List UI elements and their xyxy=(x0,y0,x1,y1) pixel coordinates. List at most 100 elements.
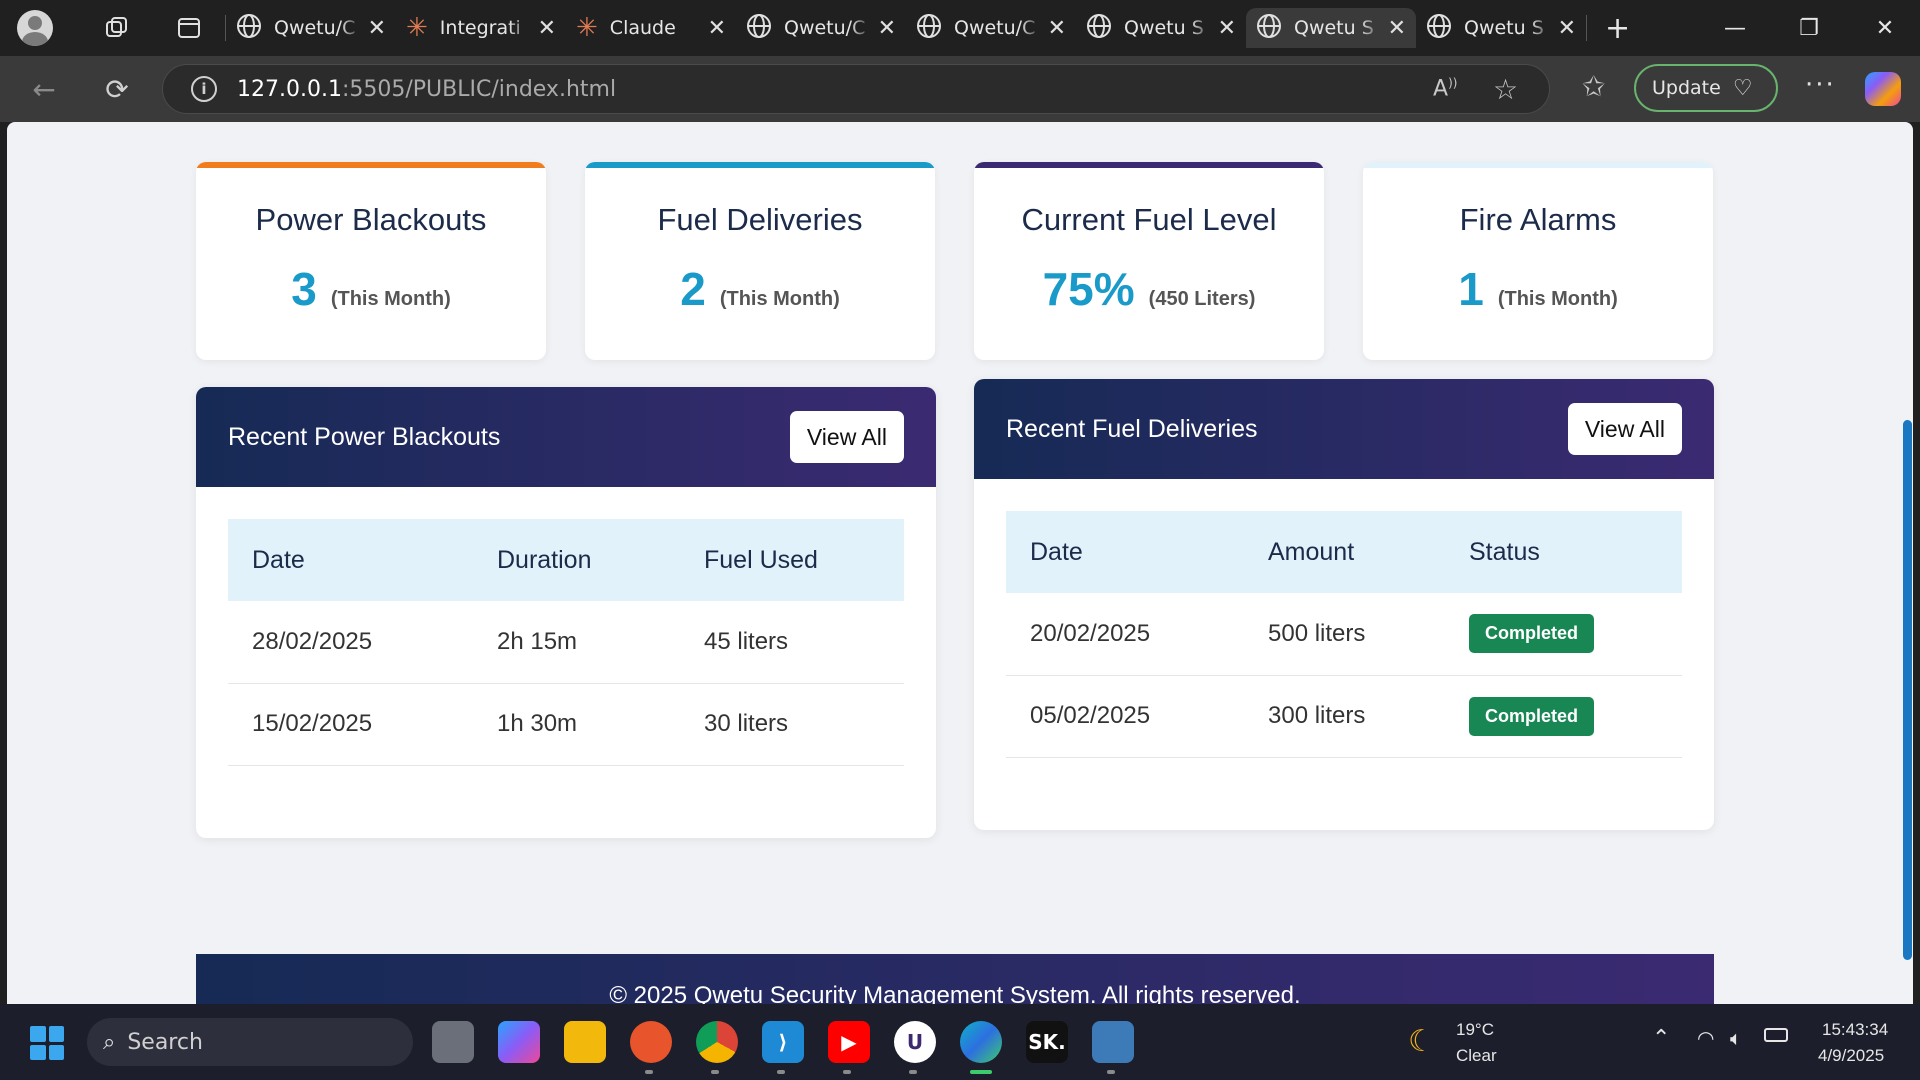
table-cell: 1h 30m xyxy=(473,683,680,766)
browser-tab[interactable]: Qwetu/C ✕ xyxy=(226,8,396,48)
weather-moon-icon[interactable]: ☾ xyxy=(1408,1024,1435,1059)
site-info-icon[interactable]: i xyxy=(191,76,217,102)
copilot-icon[interactable] xyxy=(1865,72,1901,106)
health-heart-icon: ♡ xyxy=(1732,75,1753,101)
stat-value: 2 xyxy=(680,263,706,315)
close-tab-icon[interactable]: ✕ xyxy=(1558,16,1576,41)
wifi-icon[interactable]: ◠ xyxy=(1697,1026,1714,1050)
browser-tab[interactable]: Qwetu S ✕ xyxy=(1416,8,1586,48)
browser-toolbar: ← ⟳ i 127.0.0.1:5505/PUBLIC/index.html A… xyxy=(0,56,1920,122)
close-tab-icon[interactable]: ✕ xyxy=(1388,16,1406,41)
running-indicator xyxy=(777,1070,785,1074)
browser-tab-strip: Qwetu/C ✕ ✳ Integrati ✕ ✳ Claude ✕ Qwetu… xyxy=(0,0,1920,56)
udemy-icon[interactable]: U xyxy=(894,1021,936,1063)
close-tab-icon[interactable]: ✕ xyxy=(538,16,556,41)
tab-actions-icon[interactable] xyxy=(171,10,207,46)
refresh-icon[interactable]: ⟳ xyxy=(95,67,139,111)
globe-icon xyxy=(916,13,942,44)
view-all-deliveries-button[interactable]: View All xyxy=(1567,403,1682,455)
stat-note: (This Month) xyxy=(330,288,451,310)
mysql-workbench-icon[interactable] xyxy=(1092,1021,1134,1063)
windows-start-icon[interactable] xyxy=(30,1026,64,1060)
status-badge: Completed xyxy=(1469,614,1595,654)
weather-desc: Clear xyxy=(1456,1046,1497,1065)
tab-label: Qwetu S xyxy=(1294,17,1374,39)
read-aloud-icon[interactable]: A)) xyxy=(1433,76,1457,101)
globe-icon xyxy=(1256,13,1282,44)
restore-icon[interactable]: ❐ xyxy=(1774,0,1844,56)
taskbar-search[interactable]: ⌕ Search xyxy=(87,1018,413,1066)
vscode-icon[interactable]: ⟩ xyxy=(762,1021,804,1063)
browser-tab[interactable]: Qwetu/C ✕ xyxy=(736,8,906,48)
chevron-up-icon[interactable]: ⌃ xyxy=(1652,1026,1670,1051)
table-cell: 20/02/2025 xyxy=(1006,593,1244,676)
battery-icon[interactable] xyxy=(1764,1028,1788,1042)
tab-label: Qwetu S xyxy=(1124,17,1204,39)
edge-icon[interactable] xyxy=(960,1021,1002,1063)
task-view-icon[interactable] xyxy=(432,1021,474,1063)
table-row: 15/02/2025 1h 30m 30 liters xyxy=(228,683,904,766)
close-tab-icon[interactable]: ✕ xyxy=(368,16,386,41)
file-explorer-icon[interactable] xyxy=(564,1021,606,1063)
browser-tab[interactable]: ✳ Integrati ✕ xyxy=(396,8,566,48)
stat-card-fire-alarms: Fire Alarms 1 (This Month) xyxy=(1363,162,1713,360)
page-footer: © 2025 Qwetu Security Management System.… xyxy=(196,954,1714,1004)
claude-icon: ✳ xyxy=(406,13,428,43)
workspaces-icon[interactable] xyxy=(99,10,135,46)
running-indicator xyxy=(1107,1070,1115,1074)
deliveries-table: Date Amount Status 20/02/2025 500 liters… xyxy=(1006,511,1682,758)
back-arrow-icon[interactable]: ← xyxy=(22,67,66,111)
close-tab-icon[interactable]: ✕ xyxy=(1218,16,1236,41)
table-cell: 05/02/2025 xyxy=(1006,675,1244,758)
tab-label: Qwetu/C xyxy=(954,17,1036,39)
browser-tab[interactable]: Qwetu/C ✕ xyxy=(906,8,1076,48)
update-label: Update xyxy=(1652,77,1721,99)
sk-app-icon[interactable]: SK. xyxy=(1026,1021,1068,1063)
chrome-icon[interactable] xyxy=(696,1021,738,1063)
browser-tab-active[interactable]: Qwetu S ✕ xyxy=(1246,8,1416,48)
url-path: :5505/PUBLIC/index.html xyxy=(341,76,617,102)
browser-tab[interactable]: Qwetu S ✕ xyxy=(1076,8,1246,48)
new-tab-icon[interactable]: + xyxy=(1605,11,1630,46)
panel-header: Recent Power Blackouts View All xyxy=(196,387,936,487)
close-tab-icon[interactable]: ✕ xyxy=(878,16,896,41)
globe-icon xyxy=(746,13,772,44)
favorite-star-icon[interactable]: ☆ xyxy=(1493,73,1518,106)
card-accent-bar xyxy=(585,162,935,168)
update-button[interactable]: Update ♡ xyxy=(1634,64,1778,112)
table-cell: 28/02/2025 xyxy=(228,601,473,684)
stat-title: Fire Alarms xyxy=(1459,202,1617,237)
view-all-blackouts-button[interactable]: View All xyxy=(789,411,904,463)
card-accent-bar xyxy=(1363,162,1713,168)
volume-icon[interactable]: 🔈︎ xyxy=(1730,1026,1742,1050)
clock-time: 15:43:34 xyxy=(1822,1020,1889,1039)
table-cell: 300 liters xyxy=(1244,675,1445,758)
more-menu-icon[interactable]: ··· xyxy=(1805,70,1836,100)
tab-label: Qwetu/C xyxy=(784,17,866,39)
search-label: Search xyxy=(127,1029,203,1055)
page-scrollbar[interactable] xyxy=(1903,420,1912,960)
tab-label: Qwetu S xyxy=(1464,17,1544,39)
address-bar[interactable]: i 127.0.0.1:5505/PUBLIC/index.html A)) ☆ xyxy=(162,64,1550,114)
stat-card-fuel-deliveries: Fuel Deliveries 2 (This Month) xyxy=(585,162,935,360)
firefox-icon[interactable] xyxy=(630,1021,672,1063)
favorites-list-icon[interactable]: ✩ xyxy=(1582,70,1605,103)
youtube-icon[interactable]: ▶ xyxy=(828,1021,870,1063)
minimize-icon[interactable]: — xyxy=(1700,0,1770,56)
profile-avatar[interactable] xyxy=(17,10,53,46)
column-header: Status xyxy=(1469,537,1540,566)
panel-header: Recent Fuel Deliveries View All xyxy=(974,379,1714,479)
card-accent-bar xyxy=(974,162,1324,168)
close-tab-icon[interactable]: ✕ xyxy=(708,16,726,41)
close-window-icon[interactable]: ✕ xyxy=(1850,0,1920,56)
table-row: 20/02/2025 500 liters Completed xyxy=(1006,593,1682,676)
table-row: 05/02/2025 300 liters Completed xyxy=(1006,675,1682,758)
table-header-row: Date Duration Fuel Used xyxy=(228,519,904,601)
column-header: Date xyxy=(252,545,305,574)
copilot-app-icon[interactable] xyxy=(498,1021,540,1063)
column-header: Duration xyxy=(497,545,592,574)
url-host: 127.0.0.1 xyxy=(237,76,342,102)
running-indicator xyxy=(843,1070,851,1074)
browser-tab[interactable]: ✳ Claude ✕ xyxy=(566,8,736,48)
close-tab-icon[interactable]: ✕ xyxy=(1048,16,1066,41)
